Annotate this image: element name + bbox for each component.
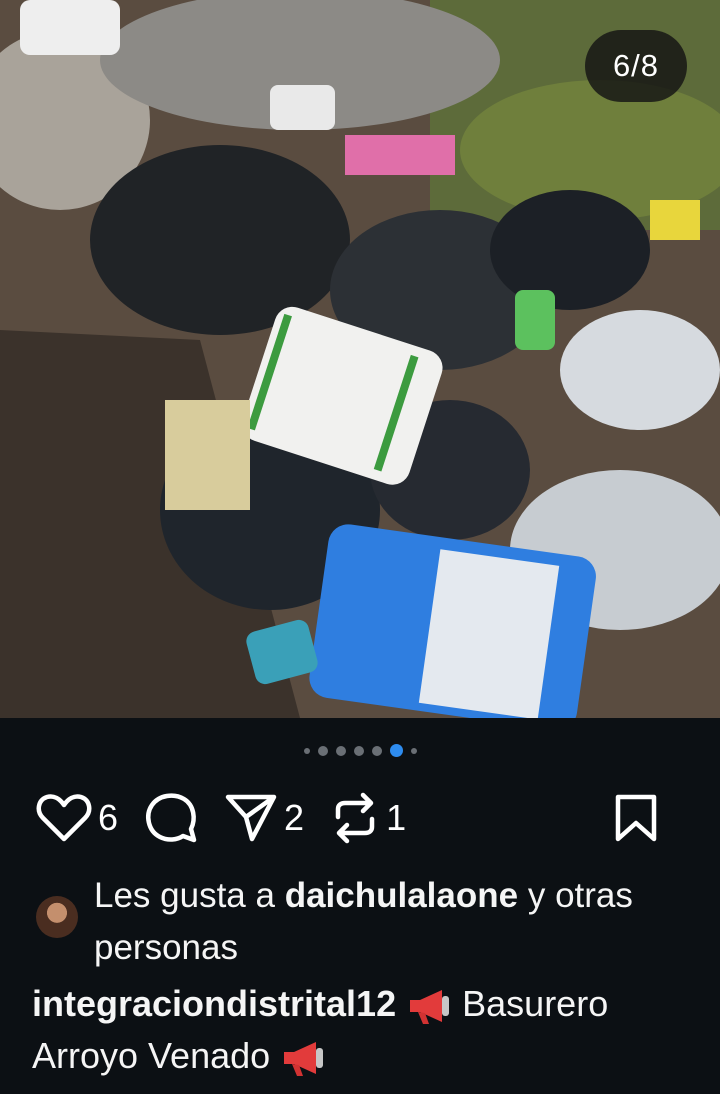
repost-button[interactable]: 1 — [330, 791, 406, 845]
garbage-photo-illustration — [0, 0, 720, 718]
megaphone-icon — [284, 1042, 324, 1077]
caption-username[interactable]: integraciondistrital12 — [32, 983, 396, 1024]
post-actions-bar: 6 2 1 — [36, 788, 684, 848]
like-button[interactable]: 6 — [36, 792, 118, 844]
share-button[interactable]: 2 — [224, 791, 304, 845]
repost-count: 1 — [386, 797, 407, 838]
save-button[interactable] — [614, 793, 658, 843]
like-count: 6 — [98, 797, 119, 838]
bookmark-icon — [615, 794, 657, 842]
image-counter: 6/8 — [585, 30, 687, 102]
carousel-dot — [303, 747, 310, 754]
carousel-dot — [317, 745, 328, 756]
carousel-dot — [371, 745, 382, 756]
post-caption: integraciondistrital12 Basurero Arroyo V… — [32, 978, 696, 1082]
liked-by-text: Les gusta a daichulalaone y otras person… — [94, 870, 690, 974]
share-count: 2 — [284, 797, 305, 838]
liked-by-section[interactable]: Les gusta a daichulalaone y otras person… — [36, 870, 690, 974]
heart-icon — [36, 794, 92, 842]
send-icon — [225, 794, 277, 842]
avatar[interactable] — [36, 896, 78, 938]
comment-button[interactable] — [144, 791, 198, 845]
carousel-dot — [410, 747, 417, 754]
repost-icon — [335, 792, 375, 844]
carousel-dot — [335, 745, 346, 756]
megaphone-icon — [410, 990, 450, 1025]
carousel-dot-active — [389, 744, 403, 757]
liked-by-username[interactable]: daichulalaone — [285, 876, 518, 915]
post-photo[interactable]: 6/8 — [0, 0, 720, 718]
comment-icon — [146, 793, 197, 843]
carousel-indicator — [0, 744, 720, 757]
liked-by-prefix: Les gusta a — [94, 876, 275, 915]
carousel-dot — [353, 745, 364, 756]
